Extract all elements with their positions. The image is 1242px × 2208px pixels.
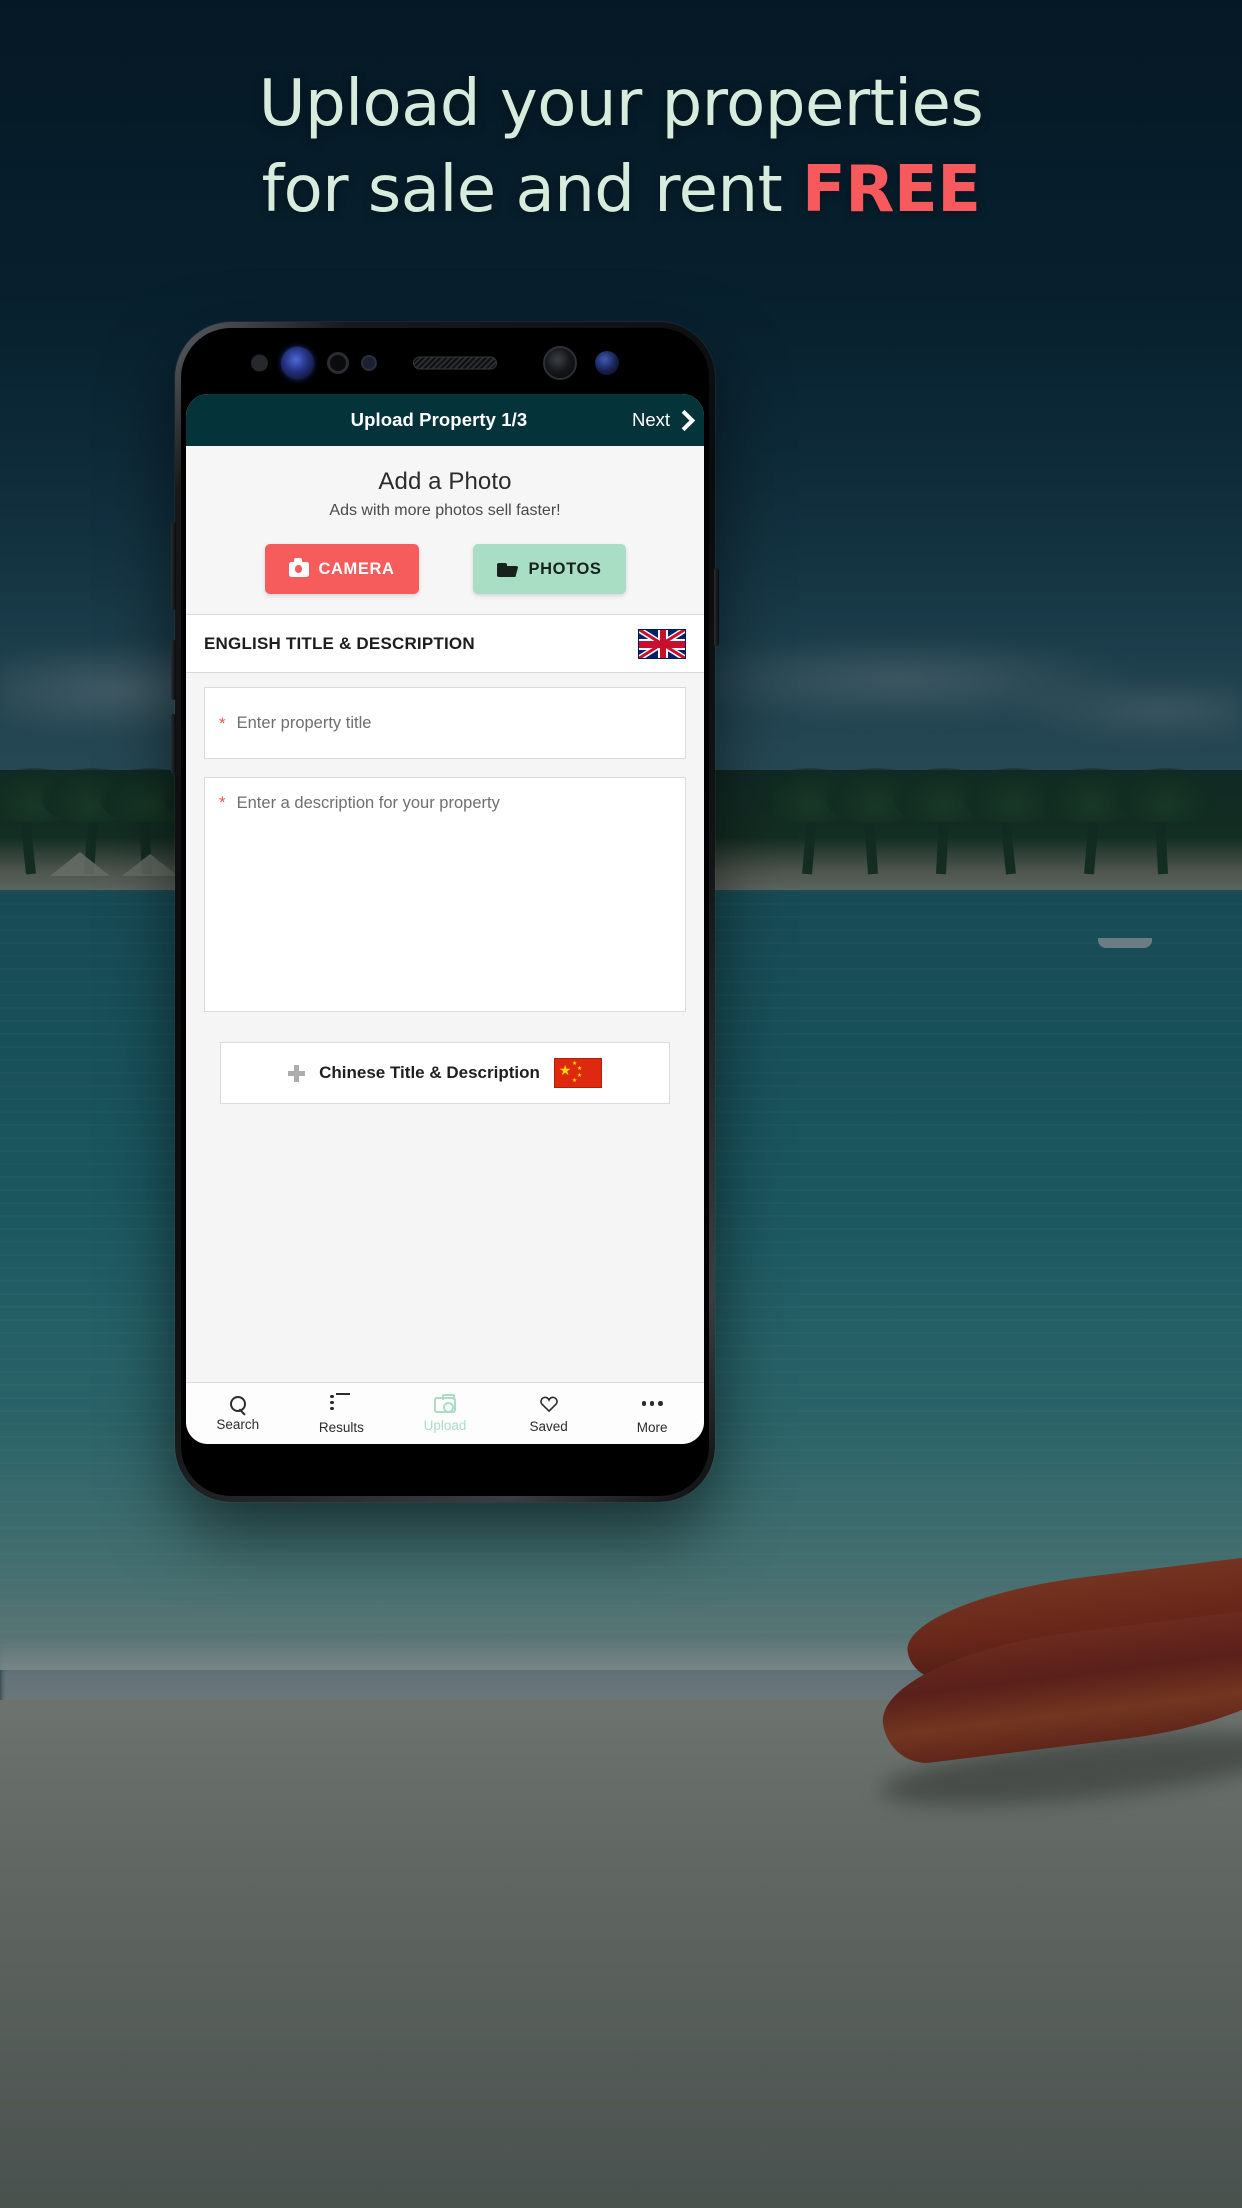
nav-label-search: Search — [216, 1417, 260, 1432]
phone-mockup: Upload Property 1/3 Next Add a Photo Ads… — [171, 322, 719, 1502]
english-section-header: ENGLISH TITLE & DESCRIPTION — [186, 615, 704, 673]
photo-buttons-row: CAMERA PHOTOS — [186, 544, 704, 594]
china-flag-icon: ★ ★ ★ ★ ★ — [553, 1058, 602, 1088]
nav-label-results: Results — [318, 1419, 364, 1435]
add-photo-title: Add a Photo — [378, 468, 512, 495]
page-title: Upload Property 1/3 — [350, 409, 528, 430]
next-button[interactable]: Next — [631, 409, 696, 432]
promo-headline: Upload your properties for sale and rent… — [0, 72, 1242, 222]
earpiece-speaker-icon — [413, 356, 497, 370]
add-chinese-description-button[interactable]: Chinese Title & Description ★ ★ ★ ★ ★ — [220, 1042, 670, 1104]
nav-label-more: More — [636, 1419, 668, 1435]
photos-button-label: PHOTOS — [528, 559, 602, 578]
phone-power-button[interactable] — [714, 568, 719, 646]
property-title-input[interactable]: * Enter property title — [204, 687, 686, 759]
camera-button[interactable]: CAMERA — [264, 544, 419, 594]
nav-item-search[interactable]: Search — [186, 1383, 290, 1444]
phone-screen: Upload Property 1/3 Next Add a Photo Ads… — [186, 394, 704, 1444]
english-section-label: ENGLISH TITLE & DESCRIPTION — [204, 633, 475, 653]
required-marker: * — [219, 793, 226, 812]
property-description-placeholder: Enter a description for your property — [236, 794, 500, 812]
phone-volume-down-button[interactable] — [171, 640, 176, 700]
front-camera-icon — [543, 346, 577, 380]
promo-headline-line2: for sale and rent FREE — [0, 158, 1242, 222]
camera-button-label: CAMERA — [318, 559, 395, 578]
bottom-navigation: Search Results Upload Saved More — [186, 1382, 704, 1444]
nav-label-saved: Saved — [529, 1418, 568, 1434]
app-bar: Upload Property 1/3 Next — [186, 394, 704, 446]
heart-icon — [539, 1394, 559, 1414]
promo-headline-line1: Upload your properties — [258, 67, 984, 141]
camera-icon — [288, 557, 309, 577]
nav-item-more[interactable]: More — [600, 1383, 704, 1444]
add-chinese-description-label: Chinese Title & Description — [319, 1063, 540, 1082]
add-photo-subtitle: Ads with more photos sell faster! — [329, 502, 561, 519]
led-indicator-icon — [361, 355, 377, 371]
list-icon — [330, 1392, 352, 1415]
plus-icon — [288, 1064, 306, 1082]
form-area: * Enter property title * Enter a descrip… — [186, 673, 704, 1382]
phone-sensor-row — [175, 346, 715, 380]
iris-scanner-icon — [281, 346, 314, 380]
phone-assistant-button[interactable] — [171, 714, 176, 774]
app-root: Upload Property 1/3 Next Add a Photo Ads… — [186, 394, 704, 1444]
required-marker: * — [219, 713, 226, 733]
nav-label-upload: Upload — [423, 1418, 467, 1433]
nav-item-saved[interactable]: Saved — [497, 1383, 601, 1444]
property-description-input[interactable]: * Enter a description for your property — [204, 777, 686, 1012]
promo-headline-free: FREE — [802, 153, 981, 227]
light-sensor-icon — [327, 352, 349, 374]
nav-item-results[interactable]: Results — [290, 1383, 394, 1444]
next-button-label: Next — [631, 409, 670, 430]
search-icon — [229, 1396, 246, 1412]
ellipsis-icon — [641, 1393, 663, 1415]
proximity-sensor-icon — [251, 354, 268, 372]
add-photo-section: Add a Photo Ads with more photos sell fa… — [186, 446, 704, 615]
camera-icon — [433, 1394, 456, 1413]
promo-screenshot: Upload your properties for sale and rent… — [0, 0, 1242, 2208]
phone-volume-up-button[interactable] — [171, 522, 176, 610]
property-title-placeholder: Enter property title — [236, 713, 372, 732]
secondary-camera-icon — [595, 351, 619, 375]
chevron-right-icon — [673, 409, 696, 432]
folder-icon — [496, 561, 519, 577]
uk-flag-icon — [638, 628, 686, 659]
photos-button[interactable]: PHOTOS — [472, 544, 626, 594]
promo-headline-line2-text: for sale and rent — [261, 153, 802, 227]
nav-item-upload[interactable]: Upload — [393, 1383, 497, 1444]
